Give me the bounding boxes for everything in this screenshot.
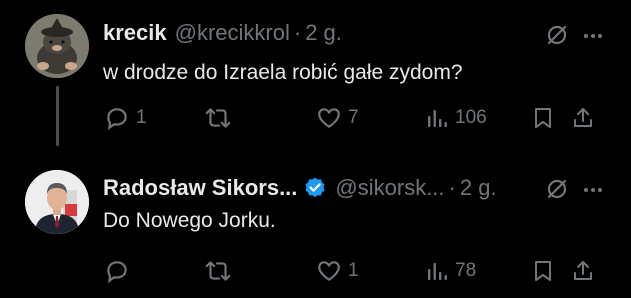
like-count: 7 bbox=[348, 107, 359, 128]
post-krecik[interactable]: krecik @krecikkrol · 2 g. w drodze do Iz… bbox=[0, 0, 631, 150]
reply-count: 1 bbox=[136, 107, 147, 128]
share-button[interactable] bbox=[571, 103, 595, 133]
like-button[interactable]: 7 bbox=[316, 103, 359, 133]
like-count: 1 bbox=[348, 260, 359, 281]
conversation-thread: krecik @krecikkrol · 2 g. w drodze do Iz… bbox=[0, 0, 631, 298]
views-count: 78 bbox=[455, 260, 477, 281]
heart-icon bbox=[318, 261, 340, 281]
more-icon[interactable] bbox=[581, 178, 605, 202]
man-portrait-avatar bbox=[25, 170, 89, 234]
more-icon[interactable] bbox=[581, 24, 605, 48]
heart-icon bbox=[318, 108, 340, 128]
avatar[interactable] bbox=[25, 14, 89, 78]
verified-badge-icon bbox=[303, 176, 327, 200]
separator-dot: · bbox=[448, 175, 456, 200]
separator-dot: · bbox=[293, 20, 302, 45]
action-bar: 1 78 bbox=[0, 256, 631, 286]
bookmark-button[interactable] bbox=[531, 103, 555, 133]
share-icon bbox=[574, 261, 592, 280]
grok-icon[interactable] bbox=[545, 23, 569, 47]
bookmark-icon bbox=[535, 108, 551, 128]
like-button[interactable]: 1 bbox=[316, 256, 359, 286]
views-icon bbox=[428, 110, 447, 127]
retweet-button[interactable] bbox=[204, 103, 238, 133]
retweet-icon bbox=[205, 261, 231, 281]
reply-icon bbox=[107, 261, 127, 284]
action-bar: 1 7 106 bbox=[0, 103, 631, 133]
grok-icon[interactable] bbox=[545, 177, 569, 201]
author-handle[interactable]: @sikorsk... bbox=[335, 175, 444, 201]
bookmark-button[interactable] bbox=[531, 256, 555, 286]
views-button[interactable]: 78 bbox=[425, 256, 476, 286]
views-icon bbox=[428, 263, 447, 280]
share-button[interactable] bbox=[571, 256, 595, 286]
share-icon bbox=[574, 108, 592, 127]
post-header: Radosław Sikors... @sikorsk... · 2 g. bbox=[103, 175, 591, 201]
post-text: w drodze do Izraela robić gałe zydom? bbox=[103, 61, 463, 84]
reply-button[interactable]: 1 bbox=[104, 103, 147, 133]
post-sikorski[interactable]: Radosław Sikors... @sikorsk... · 2 g. Do… bbox=[0, 150, 631, 298]
reply-icon bbox=[107, 108, 127, 131]
author-name[interactable]: Radosław Sikors... bbox=[103, 175, 297, 201]
mole-cartoon-avatar bbox=[25, 14, 89, 78]
views-count: 106 bbox=[455, 107, 487, 128]
author-name[interactable]: krecik bbox=[103, 20, 167, 46]
retweet-button[interactable] bbox=[204, 256, 238, 286]
retweet-icon bbox=[205, 108, 231, 128]
post-time[interactable]: 2 g. bbox=[305, 20, 342, 46]
post-header: krecik @krecikkrol · 2 g. bbox=[103, 20, 591, 46]
reply-button[interactable] bbox=[104, 256, 136, 286]
post-time[interactable]: 2 g. bbox=[460, 175, 497, 201]
views-button[interactable]: 106 bbox=[425, 103, 487, 133]
post-text: Do Nowego Jorku. bbox=[103, 209, 276, 232]
author-handle[interactable]: @krecikkrol bbox=[175, 20, 290, 46]
avatar[interactable] bbox=[25, 170, 89, 234]
bookmark-icon bbox=[535, 261, 551, 281]
